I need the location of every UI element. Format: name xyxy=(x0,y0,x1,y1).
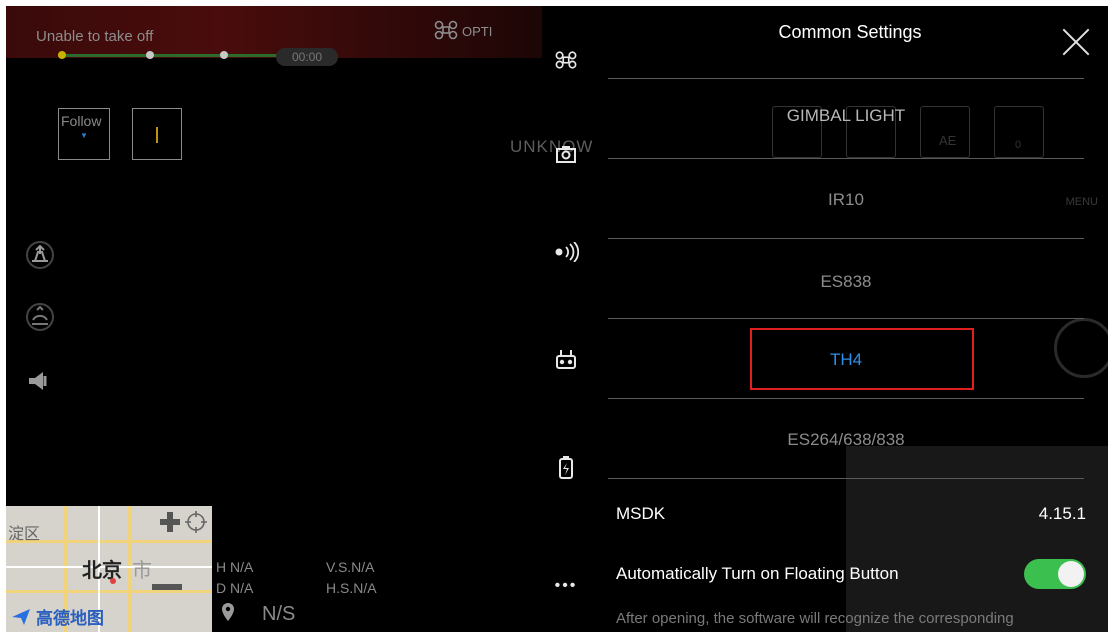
chevron-down-icon: ▼ xyxy=(80,131,88,140)
signal-icon[interactable] xyxy=(550,240,582,272)
opti-status[interactable]: OPTI xyxy=(434,20,492,43)
speaker-icon[interactable] xyxy=(24,366,56,398)
progress-marker xyxy=(58,51,66,59)
icon-rail: ••• xyxy=(542,6,592,632)
flight-timer: 00:00 xyxy=(276,48,338,66)
locate-icon[interactable] xyxy=(184,510,208,534)
ghost-zero-label: 0 xyxy=(1015,139,1022,151)
map-road xyxy=(128,506,131,632)
divider xyxy=(608,478,1084,479)
msdk-label: MSDK xyxy=(616,504,666,523)
takeoff-icon[interactable] xyxy=(24,240,56,272)
divider xyxy=(608,398,1084,399)
app-frame: Unable to take off OPTI 00:00 Follow ▼ U… xyxy=(6,6,1108,632)
opti-label: OPTI xyxy=(462,24,493,39)
focus-button[interactable] xyxy=(132,108,182,160)
mini-map[interactable]: 淀区 北京 市 高德地图 xyxy=(6,506,212,632)
progress-marker xyxy=(220,51,228,59)
map-district: 淀区 xyxy=(8,526,41,543)
follow-label: Follow xyxy=(61,113,102,129)
camera-icon[interactable] xyxy=(550,142,582,174)
floating-button-toggle[interactable] xyxy=(1024,559,1086,589)
follow-mode-button[interactable]: Follow ▼ xyxy=(58,108,110,160)
battery-progress xyxy=(58,54,280,57)
selection-highlight xyxy=(750,328,974,390)
ae-label: AE xyxy=(939,133,957,148)
settings-panel: MENU AE 0 Common Settings GIMBAL LIGHT I… xyxy=(592,6,1108,632)
divider xyxy=(608,318,1084,319)
settings-title: Common Settings xyxy=(778,22,922,42)
map-city-suffix: 市 xyxy=(132,560,152,582)
camera-view[interactable]: Unable to take off OPTI 00:00 Follow ▼ U… xyxy=(6,6,606,632)
map-provider-logo: 高德地图 xyxy=(10,604,104,629)
return-home-icon[interactable] xyxy=(24,302,56,334)
option-ir10[interactable]: IR10 xyxy=(608,190,1084,210)
takeoff-warning: Unable to take off xyxy=(36,28,154,45)
battery-icon[interactable] xyxy=(550,456,582,488)
floating-button-label: Automatically Turn on Floating Button xyxy=(616,564,899,583)
gimbal-light-option[interactable]: GIMBAL LIGHT xyxy=(608,106,1084,126)
aircraft-icon[interactable] xyxy=(550,48,582,80)
map-pin-icon xyxy=(110,578,116,584)
toggle-knob xyxy=(1058,561,1084,587)
more-icon[interactable]: ••• xyxy=(550,570,582,602)
divider xyxy=(608,238,1084,239)
zoom-in-icon[interactable] xyxy=(156,508,184,536)
divider xyxy=(608,158,1084,159)
option-es264-638-838[interactable]: ES264/638/838 xyxy=(608,430,1084,450)
floating-button-description: After opening, the software will recogni… xyxy=(616,610,1014,627)
remote-controller-icon[interactable] xyxy=(550,348,582,380)
drone-icon xyxy=(434,20,458,43)
map-provider: 高德地图 xyxy=(36,609,104,628)
map-city: 北京 xyxy=(82,560,122,582)
background-dim xyxy=(846,446,1108,632)
navigation-arrow-icon xyxy=(12,608,30,625)
close-icon[interactable] xyxy=(1062,28,1090,56)
telemetry-vertical-speed: V.S.N/A xyxy=(326,559,375,575)
msdk-version: 4.15.1 xyxy=(1038,504,1086,523)
option-es838[interactable]: ES838 xyxy=(608,272,1084,292)
telemetry-distance: D N/A xyxy=(216,580,254,596)
map-road xyxy=(6,590,212,593)
zoom-out-icon[interactable] xyxy=(152,584,182,590)
location-pin-icon xyxy=(220,602,236,622)
divider xyxy=(608,78,1084,79)
telemetry-horizontal-speed: H.S.N/A xyxy=(326,580,377,596)
telemetry-location: N/S xyxy=(262,603,296,625)
progress-marker xyxy=(146,51,154,59)
telemetry-height: H N/A xyxy=(216,559,254,575)
